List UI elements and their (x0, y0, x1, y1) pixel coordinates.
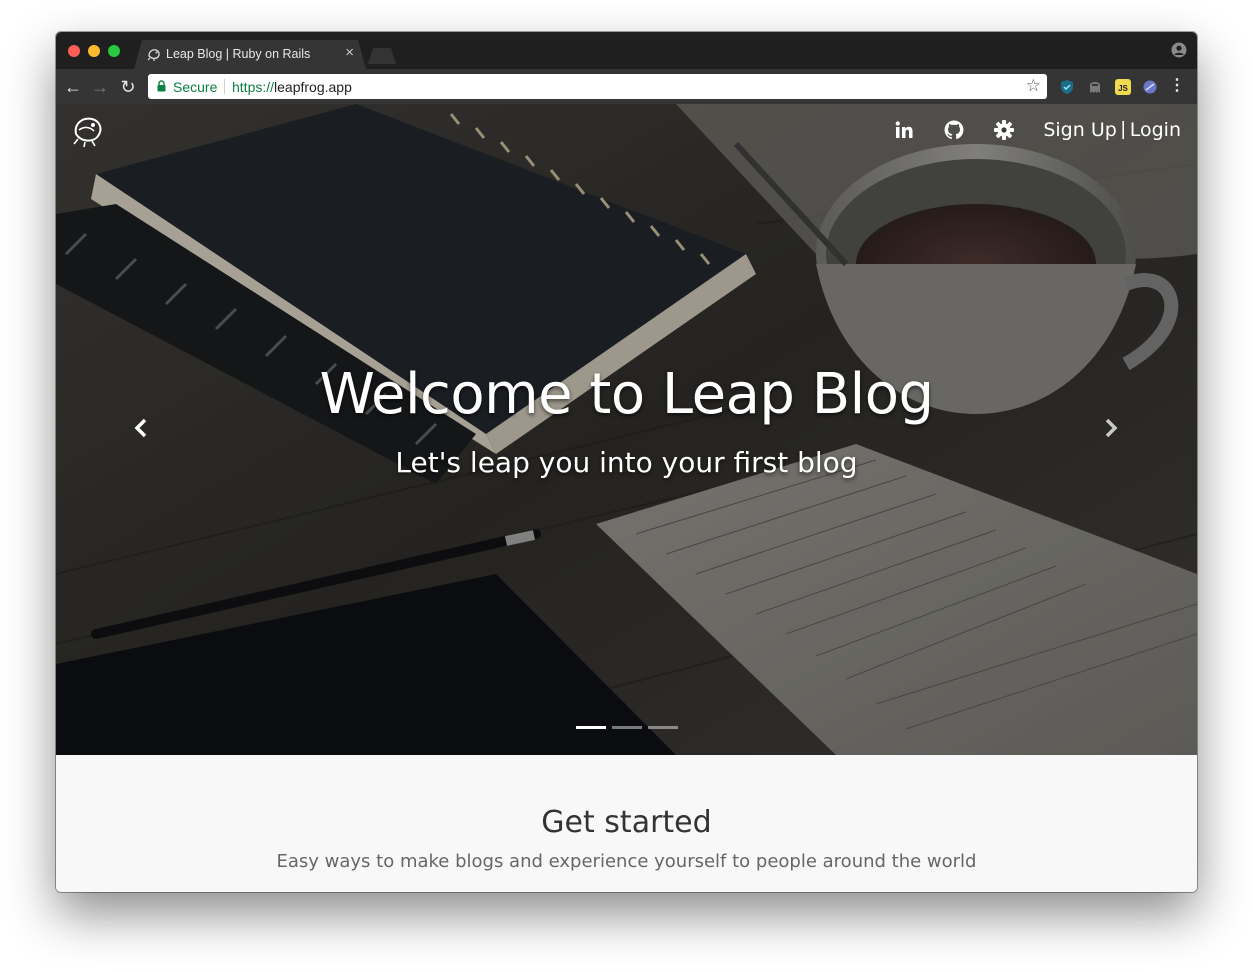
reload-button[interactable]: ↻ (117, 76, 139, 98)
secure-label: Secure (173, 79, 218, 95)
carousel-indicator-2[interactable] (612, 726, 642, 729)
carousel-indicators (576, 726, 678, 729)
frog-logo-icon[interactable] (70, 112, 106, 148)
github-icon[interactable] (943, 119, 965, 141)
extension-shield-icon[interactable] (1059, 79, 1075, 95)
back-button[interactable]: ← (62, 76, 84, 98)
url-host: leapfrog.app (274, 79, 352, 95)
browser-menu-button[interactable]: ⋮ (1169, 77, 1185, 95)
get-started-title: Get started (541, 805, 712, 840)
minimize-window-button[interactable] (88, 45, 100, 57)
tab-close-icon[interactable]: × (345, 45, 354, 61)
browser-toolbar: ← → ↻ Secure https://leapfrog.app ☆ JS ⋮ (56, 69, 1197, 104)
tab-strip: Leap Blog | Ruby on Rails × (56, 32, 1197, 69)
carousel-indicator-1[interactable] (576, 726, 606, 729)
nav-separator: | (1120, 119, 1126, 140)
maximize-window-button[interactable] (108, 45, 120, 57)
address-bar[interactable]: Secure https://leapfrog.app ☆ (148, 74, 1047, 99)
bookmark-star-icon[interactable]: ☆ (1026, 76, 1041, 96)
top-navigation: Sign Up | Login (893, 116, 1181, 144)
hero-dark-overlay (56, 104, 1197, 755)
omnibox-divider (224, 79, 225, 94)
browser-window: Leap Blog | Ruby on Rails × ← → ↻ Secure… (56, 32, 1197, 892)
profile-icon[interactable] (1171, 42, 1187, 58)
frog-favicon-icon (146, 46, 162, 62)
lock-icon (157, 80, 166, 92)
extension-js-icon[interactable]: JS (1115, 79, 1131, 95)
url-text[interactable]: https://leapfrog.app (232, 79, 352, 95)
forward-button[interactable]: → (89, 76, 111, 98)
url-scheme: https:// (232, 79, 275, 95)
get-started-section: Get started Easy ways to make blogs and … (56, 755, 1197, 892)
close-window-button[interactable] (68, 45, 80, 57)
hero-subtitle: Let's leap you into your first blog (395, 446, 858, 479)
carousel-indicator-3[interactable] (648, 726, 678, 729)
tab-title: Leap Blog | Ruby on Rails (166, 47, 311, 61)
login-link[interactable]: Login (1130, 119, 1181, 141)
hero-title: Welcome to Leap Blog (319, 362, 934, 427)
signup-link[interactable]: Sign Up (1043, 119, 1116, 141)
extension-ghost-icon[interactable] (1087, 79, 1103, 95)
gear-icon[interactable] (993, 119, 1015, 141)
new-tab-button[interactable] (368, 48, 396, 64)
get-started-subtitle: Easy ways to make blogs and experience y… (276, 851, 977, 872)
extension-globe-icon[interactable] (1142, 79, 1158, 95)
linkedin-icon[interactable] (893, 119, 915, 141)
hero-carousel: Sign Up | Login Welcome to Leap Blog Let… (56, 104, 1197, 755)
svg-text:JS: JS (1118, 84, 1128, 93)
tab-leap-blog[interactable]: Leap Blog | Ruby on Rails × (134, 40, 366, 69)
